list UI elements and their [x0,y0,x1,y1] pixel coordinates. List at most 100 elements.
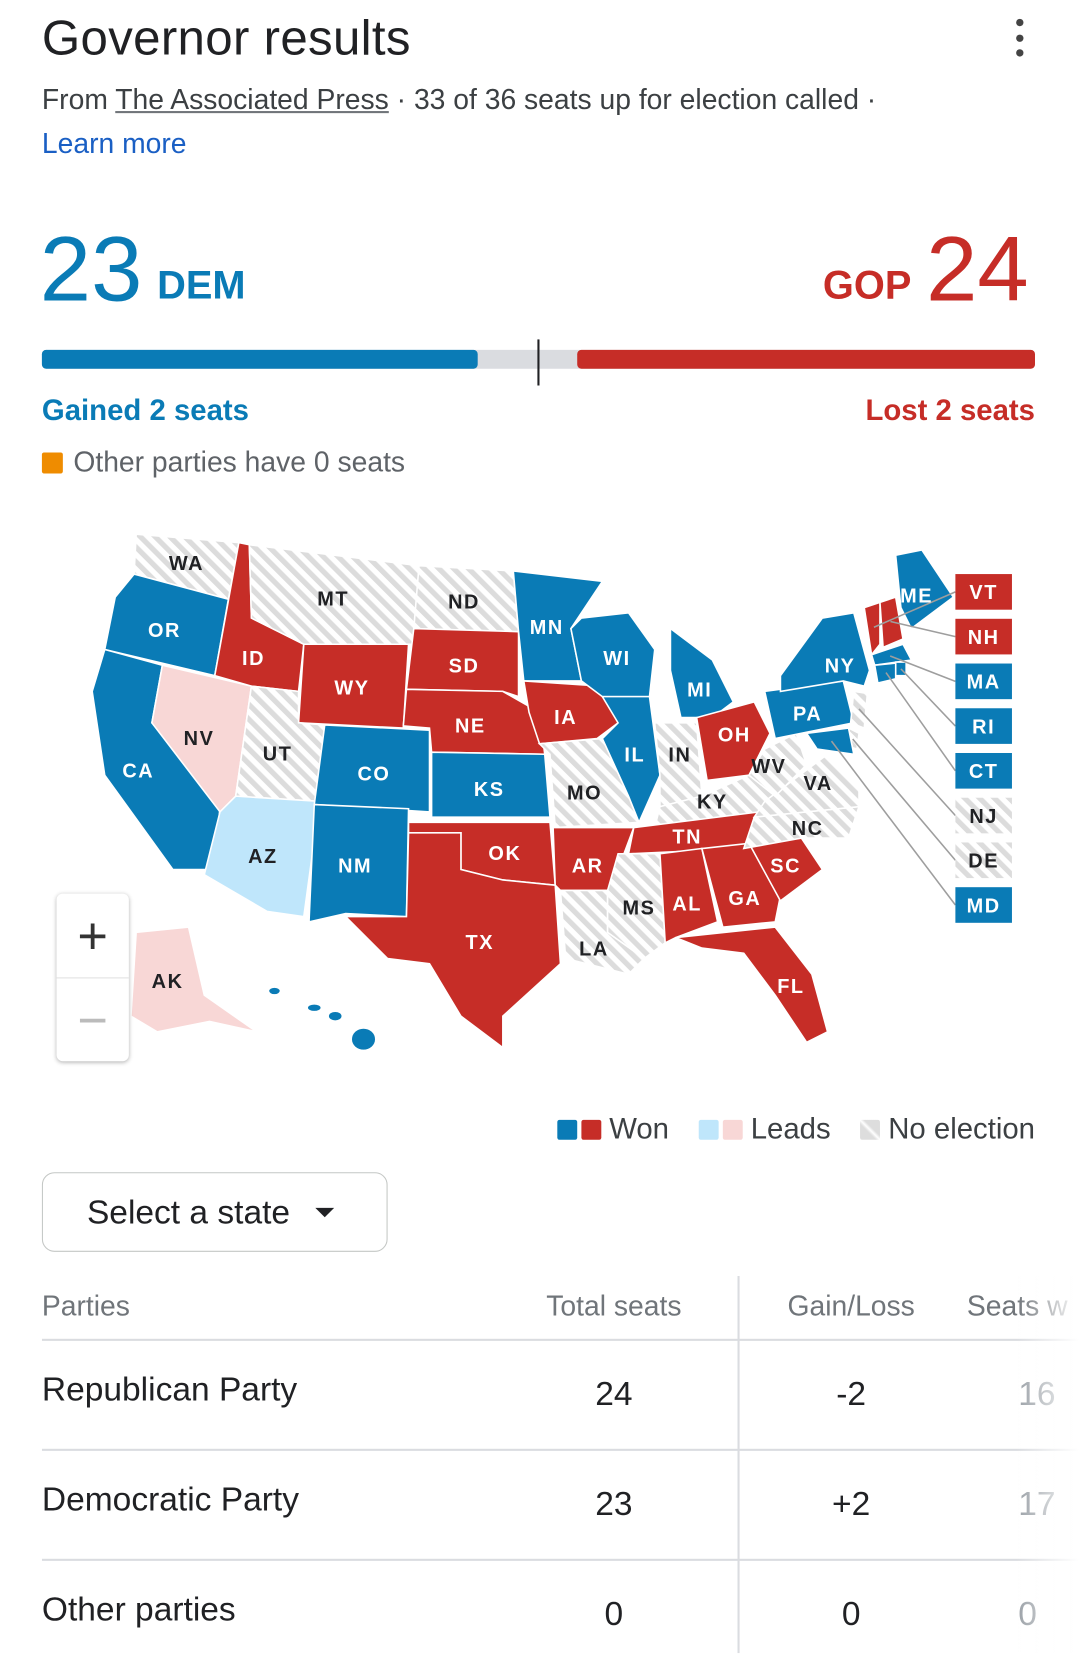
gain-loss: 0 [841,1594,861,1633]
state-label-WY: WY [334,678,369,700]
state-label-ND: ND [448,592,480,614]
state-MD[interactable] [805,727,855,756]
legend-no-election: No election [888,1112,1035,1145]
state-label-MS: MS [623,898,656,920]
state-label-NM: NM [338,856,372,878]
state-label-OH: OH [718,725,751,747]
state-label-LA: LA [579,938,609,960]
callout-label-CT: CT [969,761,999,783]
total-seats: 0 [604,1594,624,1633]
state-VT[interactable] [863,601,881,657]
governor-results-card: Governor results From The Associated Pre… [0,0,1079,1654]
state-label-NE: NE [455,715,486,737]
dem-change: Gained 2 seats [41,393,249,427]
state-label-WV: WV [751,756,786,778]
table-row: Other parties 0 0 0 [42,1561,1079,1669]
gain-loss: -2 [836,1374,867,1413]
state-label-CO: CO [357,763,390,785]
callout-label-VT: VT [969,582,998,604]
table-header: Parties Total seats Gain/Loss Seats w [41,1276,1079,1341]
state-label-FL: FL [777,976,804,998]
state-FL[interactable] [675,926,829,1044]
dem-won-swatch [556,1119,577,1140]
callout-line-NJ [858,708,956,817]
state-label-OK: OK [488,843,521,865]
state-select-label: Select a state [86,1192,291,1231]
table-row: Democratic Party 23 +2 17 [41,1451,1079,1561]
state-label-IN: IN [668,745,691,767]
learn-more-link[interactable]: Learn more [42,128,187,159]
dem-seat-count: 23 [39,216,143,321]
callout-label-MA: MA [967,672,1001,694]
gop-won-swatch [580,1119,601,1140]
page-title: Governor results [41,9,411,65]
dem-bar-fill [41,349,478,369]
state-MI[interactable] [669,626,735,719]
party-results-table: Parties Total seats Gain/Loss Seats w Re… [41,1275,1079,1669]
state-label-MI: MI [687,680,712,702]
callout-label-DE: DE [968,851,999,873]
scroll-fade [1016,1275,1079,1654]
state-label-PA: PA [793,704,822,726]
majority-marker [537,339,540,386]
total-seats: 23 [595,1484,633,1523]
from-text: From [41,83,116,116]
legend-won: Won [609,1112,669,1145]
header-total-seats: Total seats [546,1290,682,1323]
state-label-SC: SC [770,856,801,878]
state-label-IA: IA [554,707,577,729]
state-label-MT: MT [317,588,349,610]
state-label-TX: TX [466,932,495,954]
state-AK[interactable] [130,926,258,1033]
state-label-SD: SD [449,656,480,678]
gop-lead-swatch [722,1119,743,1140]
state-label-GA: GA [728,888,761,910]
seat-balance-bar [41,339,1035,386]
party-name: Democratic Party [41,1480,299,1518]
arrow-drop-down-icon [315,1207,335,1217]
callout-label-RI: RI [972,716,995,738]
gop-label: GOP [822,263,912,308]
state-CT[interactable] [873,662,897,684]
state-label-ID: ID [242,648,265,670]
column-divider [737,1275,740,1654]
state-NY[interactable] [779,611,871,693]
callout-line-CT [885,672,957,772]
zoom-out-button[interactable]: − [56,977,129,1062]
callout-label-NJ: NJ [969,806,998,828]
zoom-in-button[interactable]: + [57,894,129,978]
other-parties-note: Other parties have 0 seats [41,446,406,478]
state-HI[interactable] [351,1028,376,1050]
us-map: WA OR CA NV ID MT WY UT AZ CO NM ND SD NE KS OK TX MN IA MO… [91,533,1012,1056]
map-zoom-controls: + − [56,893,129,1062]
map-legend: Won Leads No election [556,1112,1035,1147]
state-label-WI: WI [603,648,630,670]
state-label-KS: KS [474,779,505,801]
state-label-MO: MO [567,782,602,804]
summary-text: · 33 of 36 seats up for election called … [388,83,877,116]
party-name: Republican Party [41,1370,298,1408]
header-parties: Parties [41,1290,130,1323]
state-label-HI: HI [303,1034,326,1056]
state-label-MN: MN [530,617,564,639]
state-label-AK: AK [152,971,184,993]
gop-change: Lost 2 seats [865,393,1035,427]
other-text: Other parties have 0 seats [73,446,406,478]
state-label-AZ: AZ [248,846,278,868]
source-link[interactable]: The Associated Press [115,84,389,115]
other-swatch [41,452,63,473]
state-label-ME: ME [900,585,933,607]
header-gain-loss: Gain/Loss [787,1290,915,1323]
state-HI[interactable] [328,1011,342,1021]
gain-loss: +2 [832,1484,871,1523]
gop-bar-fill [577,349,1035,369]
no-election-swatch [859,1119,880,1140]
state-label-VA: VA [803,773,832,795]
state-select-dropdown[interactable]: Select a state [41,1172,388,1252]
state-HI[interactable] [307,1004,321,1011]
more-vert-icon[interactable] [1006,18,1033,57]
state-HI[interactable] [269,987,280,995]
state-label-AL: AL [672,893,702,915]
state-label-WA: WA [169,553,204,575]
callout-label-MD: MD [967,895,1001,917]
